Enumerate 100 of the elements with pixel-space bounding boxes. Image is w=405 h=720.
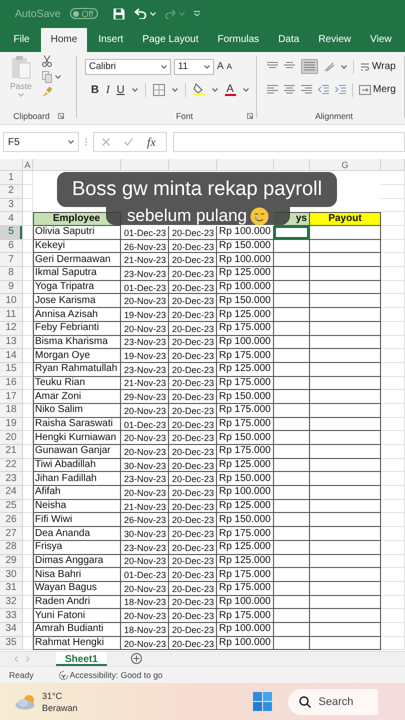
ribbon-tab[interactable]: Formulas xyxy=(208,28,269,52)
row-header[interactable]: 8 xyxy=(0,267,23,281)
column-header[interactable]: G xyxy=(310,159,381,172)
italic-button[interactable]: I xyxy=(106,84,110,96)
row-header[interactable]: 11 xyxy=(0,308,23,322)
row-header[interactable]: 12 xyxy=(0,322,23,336)
row-header[interactable]: 26 xyxy=(0,513,23,528)
ribbon-tab[interactable]: Insert xyxy=(88,28,133,52)
row-header[interactable]: 17 xyxy=(0,390,23,404)
row-header[interactable]: 13 xyxy=(0,336,23,350)
table-cell: 20-Dec-23 xyxy=(169,418,217,432)
ribbon-tab[interactable]: Page Layout xyxy=(132,28,208,52)
row-header[interactable]: 31 xyxy=(0,582,23,596)
row-header[interactable]: 24 xyxy=(0,486,23,500)
table-cell: Rp 100.000 xyxy=(217,226,274,240)
row-header[interactable]: 23 xyxy=(0,472,23,486)
table-cell: Dea Ananda xyxy=(33,527,121,541)
table-cell: 20-Dec-23 xyxy=(169,362,217,377)
table-cell: 23-Nov-23 xyxy=(121,336,169,350)
row-header[interactable]: 7 xyxy=(0,253,23,268)
wrap-text-button[interactable]: Wrap xyxy=(360,56,396,77)
table-cell: 20-Dec-23 xyxy=(169,582,217,596)
status-text: Ready xyxy=(9,670,34,680)
name-box[interactable]: F5 xyxy=(3,132,79,152)
underline-button[interactable]: U xyxy=(116,84,125,96)
row-header[interactable]: 34 xyxy=(0,622,23,637)
row-header[interactable]: 14 xyxy=(0,349,23,363)
table-cell: 20-Dec-23 xyxy=(169,322,217,336)
table-cell: 20-Dec-23 xyxy=(169,267,217,281)
table-cell: 21-Nov-23 xyxy=(121,253,169,268)
row-header[interactable]: 5 xyxy=(0,226,23,240)
row-header[interactable]: 25 xyxy=(0,500,23,514)
caption-text: Boss gw minta rekap payroll xyxy=(72,178,322,202)
table-cell: Kekeyi xyxy=(33,240,121,254)
insert-function-button[interactable]: fx xyxy=(147,134,156,150)
row-header[interactable]: 30 xyxy=(0,568,23,582)
table-cell: 23-Nov-23 xyxy=(121,362,169,377)
merge-button[interactable]: Merg xyxy=(359,80,396,100)
table-cell: 19-Nov-23 xyxy=(121,349,169,363)
row-header[interactable]: 29 xyxy=(0,554,23,568)
table-cell: 30-Nov-23 xyxy=(121,458,169,472)
row-header[interactable]: 28 xyxy=(0,540,23,555)
bold-button[interactable]: B xyxy=(91,84,99,96)
accessibility-button[interactable]: Accessibility: Good to go xyxy=(58,670,163,680)
row-header[interactable]: 32 xyxy=(0,596,23,610)
font-color-button[interactable]: A xyxy=(224,84,236,96)
table-cell: 20-Dec-23 xyxy=(169,253,217,268)
row-header[interactable]: 19 xyxy=(0,418,23,432)
table-cell: Rp 150.000 xyxy=(217,513,274,528)
table-cell: 20-Dec-23 xyxy=(169,458,217,472)
row-header[interactable]: 15 xyxy=(0,362,23,377)
table-cell: Niko Salim xyxy=(33,404,121,418)
row-header[interactable]: 6 xyxy=(0,240,23,254)
row-header[interactable]: 1 xyxy=(0,171,23,185)
row-header[interactable]: 18 xyxy=(0,404,23,418)
table-cell: Rp 100.000 xyxy=(217,622,274,637)
ribbon-tab[interactable]: File xyxy=(4,28,40,52)
ribbon-tab[interactable]: Review xyxy=(308,28,361,52)
table-cell: Rp 175.000 xyxy=(217,322,274,336)
row-header[interactable]: 2 xyxy=(0,184,23,199)
row-header[interactable]: 16 xyxy=(0,376,23,390)
font-name-field[interactable]: Calibri xyxy=(85,58,171,75)
shrink-font-button[interactable]: A xyxy=(226,62,232,72)
table-cell: Rp 125.000 xyxy=(217,458,274,472)
table-cell: 20-Dec-23 xyxy=(169,636,217,650)
row-header[interactable]: 21 xyxy=(0,445,23,459)
ribbon-tab[interactable]: View xyxy=(360,28,402,52)
table-cell: 20-Nov-23 xyxy=(121,431,169,446)
table-cell: Olivia Saputri xyxy=(33,226,121,240)
row-header[interactable]: 4 xyxy=(0,212,23,226)
row-header[interactable]: 9 xyxy=(0,280,23,294)
table-cell: 20-Dec-23 xyxy=(169,376,217,390)
row-header[interactable]: 33 xyxy=(0,609,23,623)
autosave-toggle[interactable]: Off xyxy=(70,8,98,20)
table-cell: Rp 175.000 xyxy=(217,609,274,623)
row-header[interactable]: 3 xyxy=(0,198,23,212)
row-header[interactable]: 10 xyxy=(0,294,23,308)
sheet-tab[interactable]: Sheet1 xyxy=(56,652,107,666)
table-cell: Rp 175.000 xyxy=(217,445,274,459)
table-cell: 20-Dec-23 xyxy=(169,596,217,610)
row-header[interactable]: 20 xyxy=(0,431,23,446)
table-cell: Rp 100.000 xyxy=(217,596,274,610)
row-header[interactable]: 35 xyxy=(0,636,23,650)
font-size-field[interactable]: 11 xyxy=(174,58,214,75)
table-cell: Rp 175.000 xyxy=(217,568,274,582)
row-header[interactable]: 22 xyxy=(0,458,23,472)
table-cell: 26-Nov-23 xyxy=(121,240,169,254)
group-label: Clipboard xyxy=(13,111,50,122)
table-cell: 23-Nov-23 xyxy=(121,472,169,486)
ribbon-tab[interactable]: Data xyxy=(268,28,309,52)
ribbon-tab[interactable]: Home xyxy=(41,28,87,52)
table-cell: Afifah xyxy=(33,486,121,500)
table-cell: Rp 125.000 xyxy=(217,554,274,568)
search-box[interactable]: Search xyxy=(288,688,378,715)
table-cell: Rp 175.000 xyxy=(217,404,274,418)
table-cell: Annisa Azisah xyxy=(33,308,121,322)
table-cell: 23-Nov-23 xyxy=(121,540,169,555)
grow-font-button[interactable]: A xyxy=(217,61,224,72)
row-header[interactable]: 27 xyxy=(0,527,23,541)
column-header[interactable]: A xyxy=(23,159,33,172)
